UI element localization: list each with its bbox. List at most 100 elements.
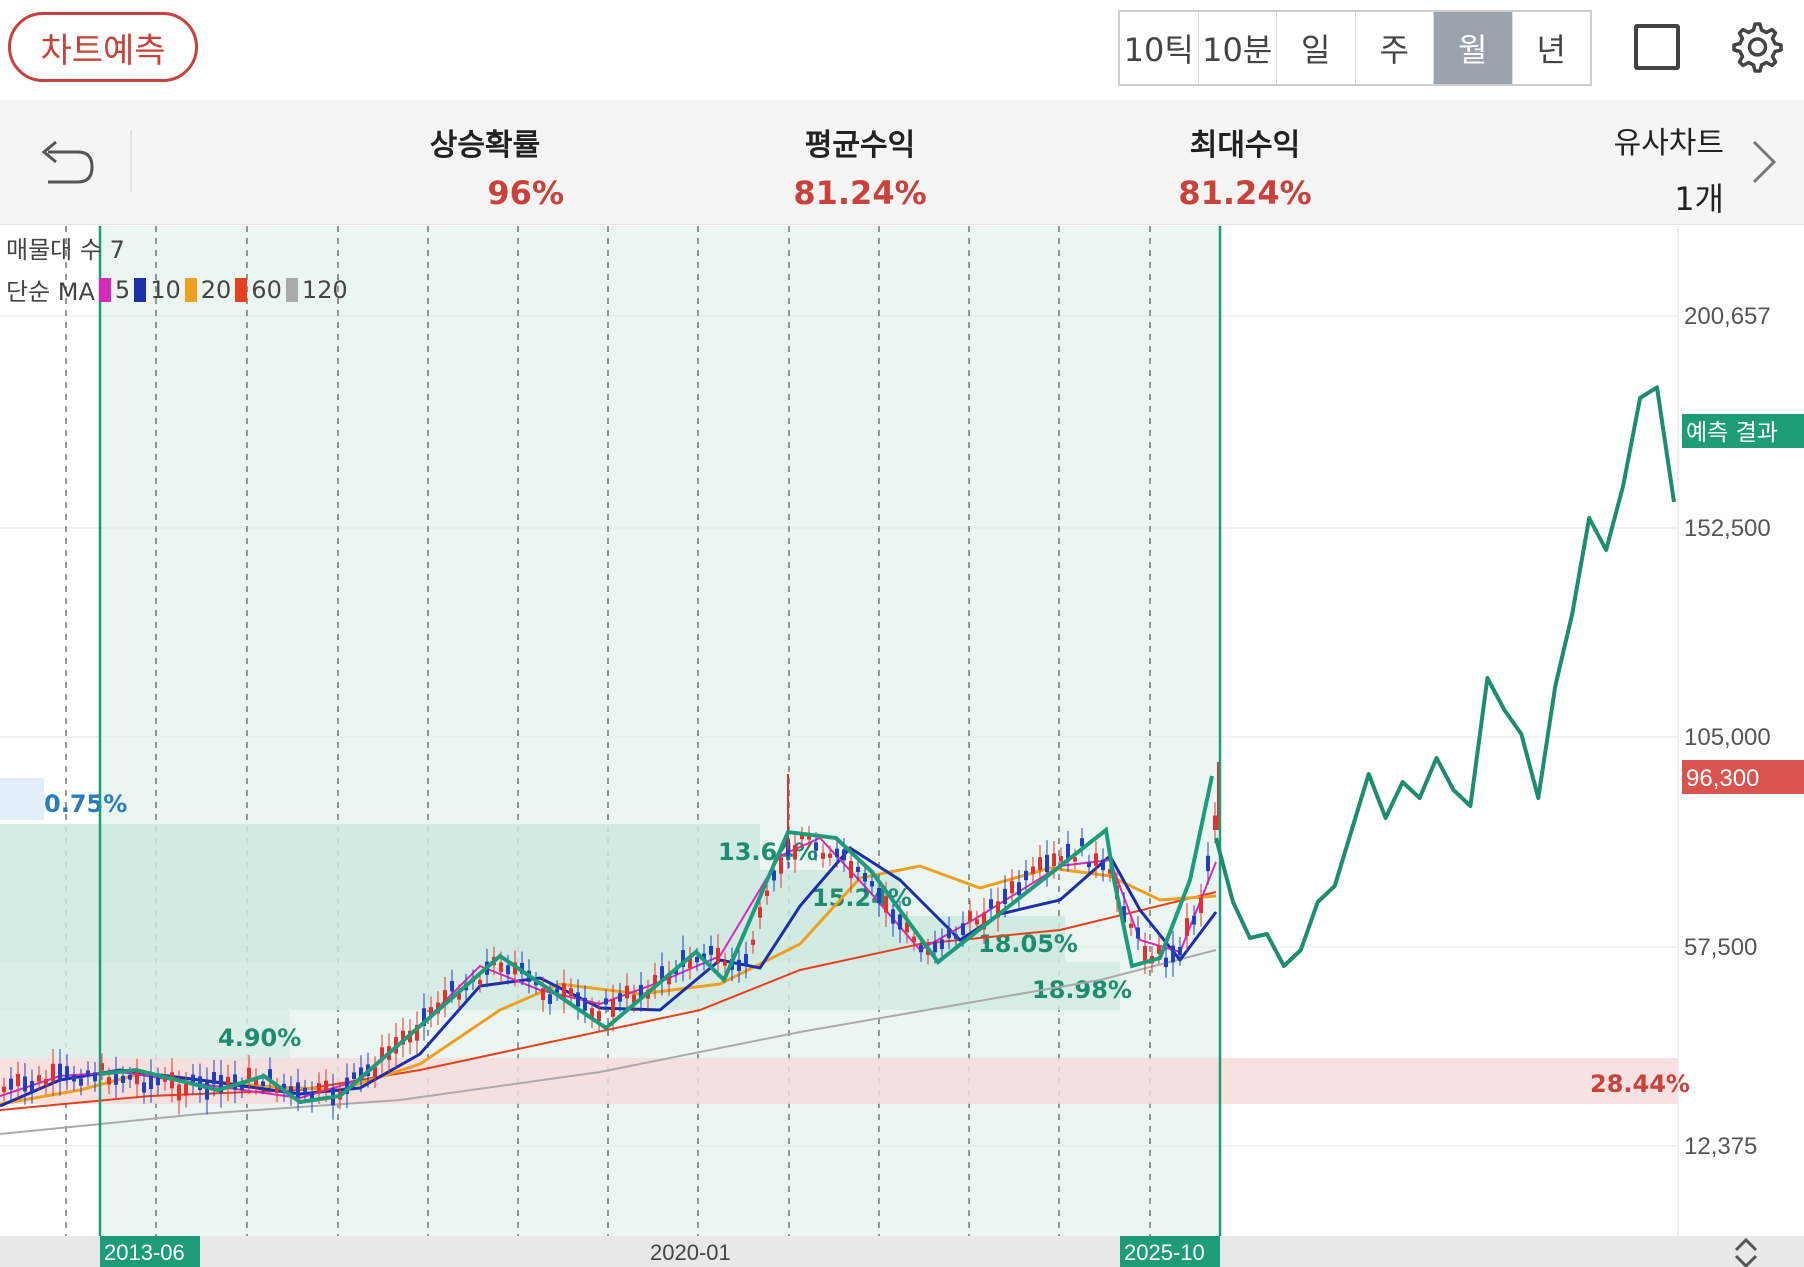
- candle-body: [597, 1011, 601, 1022]
- period-month[interactable]: 월: [1434, 12, 1513, 84]
- ma5-label: 5: [114, 275, 131, 304]
- candle-body: [1192, 915, 1196, 925]
- max-return: 최대수익 81.24%: [1160, 120, 1330, 212]
- candle-body: [1199, 897, 1203, 913]
- candle-body: [261, 1081, 265, 1087]
- candle-body: [1136, 927, 1140, 939]
- current-price-tag: 96,300: [1682, 760, 1804, 794]
- candle-body: [324, 1080, 328, 1091]
- candle-body: [1129, 923, 1133, 928]
- candle-body: [79, 1078, 83, 1086]
- average-return: 평균수익 81.24%: [780, 120, 940, 212]
- candle-body: [933, 941, 937, 953]
- ma20-label: 20: [200, 275, 232, 304]
- prediction-line: [1214, 385, 1676, 968]
- candle-body: [37, 1075, 41, 1082]
- candle-body: [1087, 862, 1091, 868]
- prediction-result-tag: 예측 결과: [1682, 414, 1804, 448]
- candle-body: [884, 896, 888, 913]
- candle-body: [212, 1072, 216, 1085]
- candle-body: [16, 1073, 20, 1087]
- candle-body: [1171, 945, 1175, 963]
- square-icon[interactable]: [1634, 24, 1680, 70]
- candle-body: [814, 842, 818, 851]
- candle-body: [765, 890, 769, 897]
- candle-body: [989, 899, 993, 909]
- candle-body: [30, 1081, 34, 1093]
- period-day[interactable]: 일: [1277, 12, 1356, 84]
- gear-icon[interactable]: [1726, 18, 1784, 76]
- undo-icon[interactable]: [34, 134, 98, 194]
- chart-predict-button[interactable]: 차트예측: [8, 12, 198, 82]
- candle-body: [1010, 881, 1014, 894]
- candle-body: [1031, 866, 1035, 874]
- candle-body: [716, 947, 720, 964]
- candle-body: [870, 881, 874, 887]
- candle-body: [177, 1084, 181, 1101]
- candle-body: [1080, 838, 1084, 847]
- divider: [130, 130, 132, 192]
- candle-body: [499, 962, 503, 972]
- prediction-result-label: 예측 결과: [1686, 420, 1778, 446]
- candle-body: [856, 866, 860, 873]
- candle-body: [835, 848, 839, 858]
- candle-body: [1059, 856, 1063, 862]
- rise-probability-label: 상승확률: [429, 128, 541, 163]
- average-return-label: 평균수익: [804, 128, 916, 163]
- prediction-path: [1214, 385, 1676, 968]
- volume-profile-label: 28.44%: [1590, 1070, 1690, 1098]
- candle-body: [1185, 918, 1189, 936]
- period-10tick[interactable]: 10틱: [1120, 12, 1199, 84]
- volume-profile-band: [0, 778, 44, 820]
- ma-legend: 단순 MA 5 10 20 60 120: [6, 272, 348, 307]
- candle-body: [1143, 945, 1147, 961]
- x-tick-label: 2025-10: [1124, 1240, 1205, 1265]
- x-tick-label: 2013-06: [104, 1240, 185, 1265]
- candle-body: [821, 852, 825, 859]
- y-tick-label: 152,500: [1684, 515, 1771, 542]
- chevron-right-icon[interactable]: [1748, 138, 1778, 186]
- candle-body: [842, 849, 846, 861]
- candle-body: [128, 1074, 132, 1080]
- candle-body: [121, 1075, 125, 1083]
- candle-body: [1052, 853, 1056, 867]
- candle-body: [541, 988, 545, 1001]
- ma5-swatch: [98, 277, 111, 302]
- candle-body: [9, 1078, 13, 1090]
- candle-body: [891, 909, 895, 924]
- period-week[interactable]: 주: [1355, 12, 1434, 84]
- period-year[interactable]: 년: [1512, 12, 1590, 84]
- candle-body: [849, 860, 853, 879]
- candle-body: [135, 1071, 139, 1085]
- candle-body: [940, 939, 944, 949]
- candle-body: [296, 1082, 300, 1098]
- candle-body: [968, 911, 972, 922]
- candle-body: [625, 985, 629, 999]
- candle-body: [877, 887, 881, 904]
- candle-body: [93, 1072, 97, 1082]
- candle-body: [1066, 843, 1070, 859]
- ma-legend-label: 단순 MA: [6, 278, 95, 306]
- candle-body: [478, 979, 482, 985]
- candle-body: [1038, 857, 1042, 870]
- candle-body: [1003, 888, 1007, 904]
- period-10min[interactable]: 10분: [1198, 12, 1277, 84]
- similar-charts[interactable]: 유사차트 1개: [1614, 118, 1724, 220]
- prediction-stats-bar: 상승확률 96% 평균수익 81.24% 최대수익 81.24% 유사차트 1개: [0, 100, 1804, 225]
- candle-body: [611, 999, 615, 1017]
- price-chart[interactable]: 0.75%13.64%15.24%18.05%18.98%4.90%28.44%…: [0, 224, 1804, 1267]
- candle-body: [723, 960, 727, 966]
- candle-body: [44, 1078, 48, 1086]
- candle-body: [156, 1077, 160, 1086]
- candle-body: [751, 939, 755, 945]
- candle-body: [548, 994, 552, 1004]
- rise-probability: 상승확률 96%: [400, 120, 570, 212]
- candle-body: [86, 1070, 90, 1077]
- candle-body: [618, 993, 622, 1002]
- candle-body: [51, 1063, 55, 1082]
- candle-body: [240, 1085, 244, 1090]
- candle-body: [744, 954, 748, 967]
- candle-body: [303, 1087, 307, 1092]
- candle-body: [961, 923, 965, 936]
- candle-body: [695, 956, 699, 963]
